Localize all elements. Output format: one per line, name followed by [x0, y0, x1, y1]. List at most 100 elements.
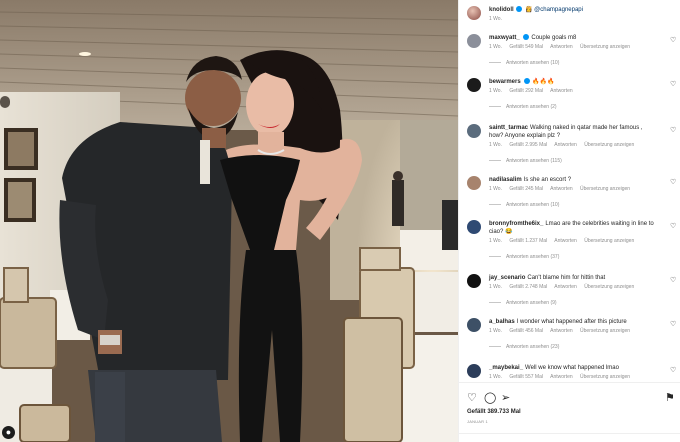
comment-time: 1 Wo. — [489, 186, 502, 192]
heart-icon[interactable]: ♡ — [467, 391, 477, 404]
comment-text: Couple goals m8 — [531, 35, 577, 41]
paper-plane-icon[interactable]: ➢ — [501, 391, 510, 404]
comment-meta: 1 Wo. Gefällt 456 Mal Antworten Übersetz… — [489, 328, 636, 334]
comment-text-line: bewarmers 🔥🔥🔥 — [489, 78, 657, 86]
reply-button[interactable]: Antworten — [554, 238, 577, 244]
reply-button[interactable]: Antworten — [554, 142, 577, 148]
view-replies-button[interactable]: Antworten ansehen (10) — [489, 60, 559, 66]
heart-outline-icon[interactable]: ♡ — [670, 178, 676, 186]
comment-likes[interactable]: Gefällt 245 Mal — [509, 186, 543, 192]
comment-avatar[interactable] — [467, 274, 481, 288]
likes-count[interactable]: Gefällt 389.733 Mal — [467, 409, 521, 415]
translate-button[interactable]: Übersetzung anzeigen — [584, 284, 634, 290]
comment-username[interactable]: saintt_tarmac — [489, 125, 528, 131]
caption-mention[interactable]: @champagnepapi — [534, 7, 583, 13]
post-caption: knolidoll 👸 @champagnepapi 1 Wo. — [459, 0, 680, 28]
comment-text: Can't blame him for hittin that — [527, 275, 606, 281]
comment-meta: 1 Wo. Gefällt 2.995 Mal Antworten Überse… — [489, 142, 640, 148]
comment-text: 🔥🔥🔥 — [532, 79, 555, 85]
bookmark-icon[interactable]: ⚑ — [665, 391, 675, 404]
heart-outline-icon[interactable]: ♡ — [670, 80, 676, 88]
comment-text: Well we know what happened lmao — [525, 365, 619, 371]
reply-button[interactable]: Antworten — [550, 186, 573, 192]
view-replies-button[interactable]: Antworten ansehen (10) — [489, 202, 559, 208]
heart-outline-icon[interactable]: ♡ — [670, 36, 676, 44]
comment-time: 1 Wo. — [489, 142, 502, 148]
translate-button[interactable]: Übersetzung anzeigen — [580, 374, 630, 380]
comment-username[interactable]: jay_scenario — [489, 275, 525, 281]
comment-likes[interactable]: Gefällt 1.237 Mal — [509, 238, 547, 244]
comment-username[interactable]: bronnyfromthe6ix_ — [489, 221, 543, 227]
view-replies-button[interactable]: Antworten ansehen (23) — [489, 344, 559, 350]
comment-text: I wonder what happened after this pictur… — [516, 319, 627, 325]
translate-button[interactable]: Übersetzung anzeigen — [580, 186, 630, 192]
verified-badge-icon — [516, 6, 523, 13]
comment-text-line: a_balhas I wonder what happened after thi… — [489, 318, 657, 326]
comment-time: 1 Wo. — [489, 374, 502, 380]
author-emoji: 👸 — [525, 7, 533, 13]
comment-avatar[interactable] — [467, 364, 481, 378]
post-photo[interactable]: ● — [0, 0, 458, 442]
reply-button[interactable]: Antworten — [550, 88, 573, 94]
comment-username[interactable]: _maybekai_ — [489, 365, 523, 371]
heart-outline-icon[interactable]: ♡ — [670, 126, 676, 134]
verified-badge-icon — [523, 78, 530, 85]
comment-text-line: _maybekai_ Well we know what happened lma… — [489, 364, 657, 372]
view-replies-button[interactable]: Antworten ansehen (115) — [489, 158, 562, 164]
comment-text-line: saintt_tarmac Walking naked in qatar made… — [489, 124, 657, 140]
reply-button[interactable]: Antworten — [550, 44, 573, 50]
comment-icon[interactable]: ◯ — [484, 391, 496, 404]
translate-button[interactable]: Übersetzung anzeigen — [584, 142, 634, 148]
translate-button[interactable]: Übersetzung anzeigen — [580, 44, 630, 50]
comment-username[interactable]: maxwyatt_ — [489, 35, 520, 41]
comment-text-line: nadilasalim Is she an escort ? — [489, 176, 657, 184]
heart-outline-icon[interactable]: ♡ — [670, 320, 676, 328]
comment-time: 1 Wo. — [489, 88, 502, 94]
comment-likes[interactable]: Gefällt 2.748 Mal — [509, 284, 547, 290]
author-avatar[interactable] — [467, 6, 481, 20]
add-comment-area[interactable] — [459, 433, 680, 442]
comment-text-line: maxwyatt_ Couple goals m8 — [489, 34, 657, 42]
translate-button[interactable]: Übersetzung anzeigen — [584, 238, 634, 244]
reply-button[interactable]: Antworten — [554, 284, 577, 290]
user-tag-icon[interactable]: ● — [2, 426, 15, 439]
comment-avatar[interactable] — [467, 34, 481, 48]
comment-time: 1 Wo. — [489, 238, 502, 244]
translate-button[interactable]: Übersetzung anzeigen — [580, 328, 630, 334]
comment-time: 1 Wo. — [489, 44, 502, 50]
view-replies-button[interactable]: Antworten ansehen (2) — [489, 104, 557, 110]
reply-button[interactable]: Antworten — [550, 328, 573, 334]
post-actions-bar: ♡ ◯ ➢ ⚑ Gefällt 389.733 Mal JANUAR 1 — [459, 382, 680, 442]
comment-text-line: bronnyfromthe6ix_ Lmao are the celebritie… — [489, 220, 657, 236]
comments-panel: knolidoll 👸 @champagnepapi 1 Wo. maxwyat… — [458, 0, 680, 442]
comment-meta: 1 Wo. Gefällt 1.237 Mal Antworten Überse… — [489, 238, 640, 244]
comment-likes[interactable]: Gefällt 292 Mal — [509, 88, 543, 94]
verified-badge-icon — [522, 34, 529, 41]
heart-outline-icon[interactable]: ♡ — [670, 222, 676, 230]
heart-outline-icon[interactable]: ♡ — [670, 276, 676, 284]
comment-avatar[interactable] — [467, 124, 481, 138]
restaurant-photo — [0, 0, 458, 442]
comment-username[interactable]: bewarmers — [489, 79, 521, 85]
comment-avatar[interactable] — [467, 176, 481, 190]
comment-meta: 1 Wo. Gefällt 549 Mal Antworten Übersetz… — [489, 44, 636, 50]
caption-line: knolidoll 👸 @champagnepapi — [489, 6, 583, 13]
comment-likes[interactable]: Gefällt 557 Mal — [509, 374, 543, 380]
comment-likes[interactable]: Gefällt 549 Mal — [509, 44, 543, 50]
comment-meta: 1 Wo. Gefällt 245 Mal Antworten Übersetz… — [489, 186, 636, 192]
comment-likes[interactable]: Gefällt 2.995 Mal — [509, 142, 547, 148]
comment-avatar[interactable] — [467, 318, 481, 332]
comment-text: Is she an escort ? — [523, 177, 572, 183]
comment-time: 1 Wo. — [489, 284, 502, 290]
view-replies-button[interactable]: Antworten ansehen (9) — [489, 300, 557, 306]
comment-likes[interactable]: Gefällt 456 Mal — [509, 328, 543, 334]
heart-outline-icon[interactable]: ♡ — [670, 366, 676, 374]
comment-username[interactable]: a_balhas — [489, 319, 515, 325]
comment-avatar[interactable] — [467, 220, 481, 234]
view-replies-button[interactable]: Antworten ansehen (37) — [489, 254, 559, 260]
comment-meta: 1 Wo. Gefällt 557 Mal Antworten Übersetz… — [489, 374, 636, 380]
comment-avatar[interactable] — [467, 78, 481, 92]
author-username[interactable]: knolidoll — [489, 7, 514, 13]
comment-username[interactable]: nadilasalim — [489, 177, 522, 183]
reply-button[interactable]: Antworten — [550, 374, 573, 380]
